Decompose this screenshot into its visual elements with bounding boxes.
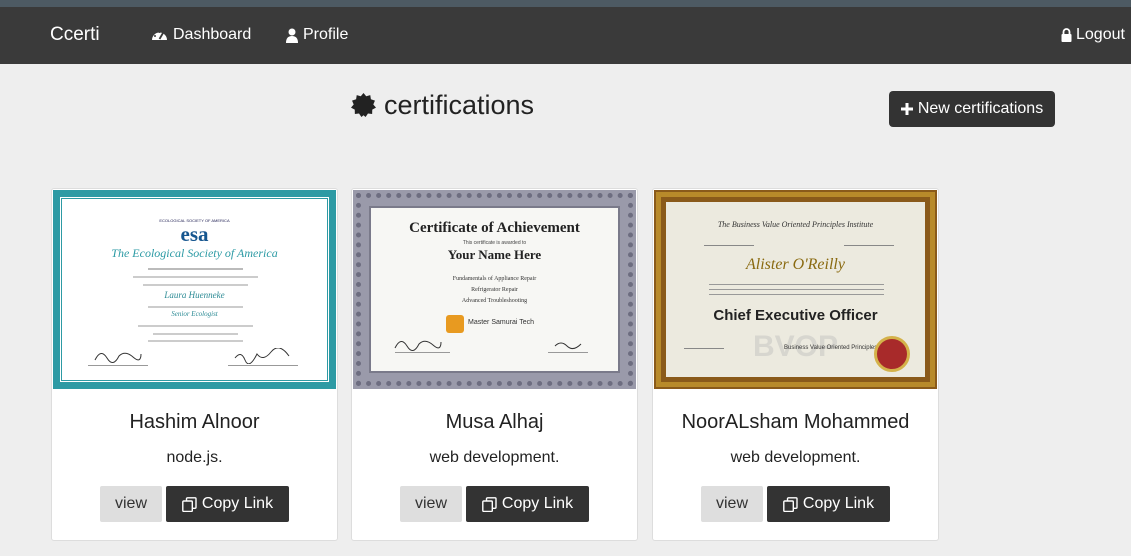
new-certification-button[interactable]: New certifications <box>889 91 1055 127</box>
nav-profile-label: Profile <box>303 26 349 43</box>
cert-recipient: Your Name Here <box>447 247 542 262</box>
copy-link-label: Copy Link <box>802 495 875 512</box>
cert-logo: esa <box>180 222 209 246</box>
cert-role: Senior Ecologist <box>171 310 218 318</box>
logout-link[interactable]: Logout <box>1061 26 1125 44</box>
copy-link-button[interactable]: Copy Link <box>767 486 890 522</box>
cert-heading: The Business Value Oriented Principles I… <box>717 220 874 229</box>
plus-icon <box>900 103 913 115</box>
brand-link[interactable]: Ccerti <box>50 24 100 46</box>
org-logo-icon <box>446 315 464 333</box>
nav-profile[interactable]: Profile <box>286 26 348 44</box>
view-button[interactable]: view <box>701 486 763 522</box>
copy-link-button[interactable]: Copy Link <box>166 486 289 522</box>
cert-heading: The Ecological Society of America <box>111 246 278 260</box>
copy-link-label: Copy Link <box>201 495 274 512</box>
cert-heading: Certificate of Achievement <box>409 220 580 236</box>
certificate-subject: web development. <box>429 449 560 466</box>
copy-icon <box>182 496 197 512</box>
certificate-card: ECOLOGICAL SOCIETY OF AMERICA esa The Ec… <box>51 188 338 541</box>
cert-course-3: Advanced Troubleshooting <box>461 298 528 304</box>
certificate-subject: web development. <box>730 449 861 466</box>
page-heading: certifications <box>351 90 534 121</box>
copy-link-button[interactable]: Copy Link <box>466 486 589 522</box>
navbar: Ccerti Dashboard Profile Logout <box>0 7 1131 64</box>
cert-course-2: Refrigerator Repair <box>471 287 518 293</box>
certificate-subject: node.js. <box>166 449 223 466</box>
cert-org: Master Samurai Tech <box>468 319 535 326</box>
holder-name: NoorALsham Mohammed <box>681 411 910 433</box>
nav-dashboard-label: Dashboard <box>173 26 252 43</box>
copy-icon <box>783 496 798 512</box>
certificate-card: Certificate of Achievement This certific… <box>351 188 638 541</box>
certificate-image[interactable]: Certificate of Achievement This certific… <box>353 190 636 389</box>
cert-recipient: Laura Huenneke <box>164 290 225 300</box>
page-title: certifications <box>384 90 535 120</box>
cert-course-1: Fundamentals of Appliance Repair <box>452 276 537 282</box>
seal-icon <box>874 336 910 372</box>
top-strip <box>0 0 1131 7</box>
view-button[interactable]: view <box>400 486 462 522</box>
user-icon <box>286 28 298 43</box>
copy-icon <box>482 496 497 512</box>
certificate-image[interactable]: The Business Value Oriented Principles I… <box>654 190 937 389</box>
new-certification-label: New certifications <box>917 100 1044 117</box>
lock-icon <box>1061 28 1072 42</box>
view-button[interactable]: view <box>100 486 162 522</box>
copy-link-label: Copy Link <box>501 495 574 512</box>
certificate-image[interactable]: ECOLOGICAL SOCIETY OF AMERICA esa The Ec… <box>53 190 336 389</box>
holder-name: Musa Alhaj <box>445 411 544 433</box>
logout-label: Logout <box>1076 26 1125 43</box>
cert-role: Chief Executive Officer <box>713 307 878 324</box>
cert-awarded-text: This certificate is awarded to <box>462 240 527 246</box>
badge-icon <box>351 93 376 117</box>
cert-recipient: Alister O'Reilly <box>746 256 845 273</box>
holder-name: Hashim Alnoor <box>129 411 260 433</box>
certificate-card: The Business Value Oriented Principles I… <box>652 188 939 541</box>
nav-dashboard[interactable]: Dashboard <box>151 26 251 44</box>
dashboard-icon <box>152 31 167 40</box>
